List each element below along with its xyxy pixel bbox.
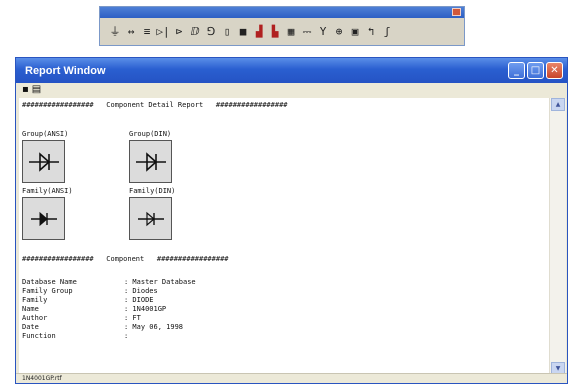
scroll-up-icon[interactable]: ▲: [551, 98, 565, 111]
field-value: : DIODE: [124, 296, 154, 304]
report-content: ################# Component Detail Repor…: [19, 98, 549, 375]
components-toolbar: ⏚ ↔ ≡ ▷| ⊳ ⅅ ⅁ ▯ ■ ▟ ▙ ▦ ⎓ Y ⊕ ▣ ↰ ʃ: [99, 6, 465, 46]
field-key: Family: [22, 296, 48, 304]
diode-symbol-icon: [28, 151, 59, 172]
field-row: Date : May 06, 1998: [22, 323, 183, 331]
family-ansi-symbol: [22, 197, 65, 240]
field-key: Date: [22, 323, 39, 331]
indicator-icon[interactable]: ▙: [268, 23, 282, 39]
report-window: Report Window _ □ ✕ ▪ ▤ #################…: [15, 57, 568, 384]
print-icon[interactable]: ▤: [32, 85, 41, 95]
ttl-icon[interactable]: ⅁: [204, 23, 218, 39]
group-ansi-symbol: [22, 140, 65, 183]
field-value: :: [124, 332, 129, 340]
toolbar-title-bar[interactable]: [100, 7, 464, 18]
family-ansi-label: Family(ANSI): [22, 187, 73, 195]
analog-icon[interactable]: ⅅ: [188, 23, 202, 39]
group-ansi-label: Group(ANSI): [22, 130, 69, 138]
field-key: Family Group: [22, 287, 73, 295]
rf-icon[interactable]: Y: [316, 23, 330, 39]
group-din-label: Group(DIN): [129, 130, 172, 138]
maximize-button[interactable]: □: [527, 62, 544, 79]
diode-outline-icon: [137, 211, 164, 226]
diode-filled-icon: [30, 211, 57, 226]
field-value: : FT: [124, 314, 141, 322]
minimize-button[interactable]: _: [508, 62, 525, 79]
field-row: Family Group : Diodes: [22, 287, 158, 295]
mixed-icon[interactable]: ▟: [252, 23, 266, 39]
misc-icon[interactable]: ⎓: [300, 23, 314, 39]
power-icon[interactable]: ▦: [284, 23, 298, 39]
family-din-label: Family(DIN): [129, 187, 176, 195]
diode-icon[interactable]: ▷|: [156, 23, 170, 39]
family-din-symbol: [129, 197, 172, 240]
group-din-symbol: [129, 140, 172, 183]
field-row: Function:: [22, 332, 128, 340]
field-row: Author : FT: [22, 314, 141, 322]
field-key: Function: [22, 332, 56, 340]
ground-icon[interactable]: ⏚: [108, 23, 122, 39]
window-toolbar: ▪ ▤: [16, 83, 567, 97]
diode-symbol-icon: [135, 151, 166, 172]
field-row: Family : DIODE: [22, 296, 154, 304]
close-icon[interactable]: [452, 8, 461, 16]
component-header: ################# Component ############…: [22, 255, 229, 263]
transistor-icon[interactable]: ⊳: [172, 23, 186, 39]
place-hierarchical-icon[interactable]: ▣: [348, 23, 362, 39]
source-icon[interactable]: ↔: [124, 23, 138, 39]
vertical-scrollbar[interactable]: ▲ ▼: [549, 98, 566, 375]
cmos-icon[interactable]: ▯: [220, 23, 234, 39]
bus-icon[interactable]: ↰: [364, 23, 378, 39]
field-value: : 1N4001GP: [124, 305, 167, 313]
field-key: Name: [22, 305, 39, 313]
close-button[interactable]: ✕: [546, 62, 563, 79]
save-icon[interactable]: ▪: [22, 85, 29, 95]
misc-digital-icon[interactable]: ■: [236, 23, 250, 39]
window-title: Report Window: [25, 64, 106, 77]
toolbar-buttons: ⏚ ↔ ≡ ▷| ⊳ ⅅ ⅁ ▯ ■ ▟ ▙ ▦ ⎓ Y ⊕ ▣ ↰ ʃ: [100, 18, 464, 39]
field-key: Author: [22, 314, 48, 322]
field-key: Database Name: [22, 278, 77, 286]
field-value: : May 06, 1998: [124, 323, 184, 331]
field-value: : Master Database: [124, 278, 196, 286]
field-row: Database Name : Master Database: [22, 278, 196, 286]
electromech-icon[interactable]: ⊕: [332, 23, 346, 39]
basic-icon[interactable]: ≡: [140, 23, 154, 39]
wire-icon[interactable]: ʃ: [380, 23, 394, 39]
report-header: ################# Component Detail Repor…: [22, 101, 288, 109]
field-row: Name : 1N4001GP: [22, 305, 166, 313]
status-bar: 1N4001GP.rtf: [16, 373, 567, 383]
window-title-bar[interactable]: Report Window _ □ ✕: [16, 58, 567, 83]
field-value: : Diodes: [124, 287, 158, 295]
